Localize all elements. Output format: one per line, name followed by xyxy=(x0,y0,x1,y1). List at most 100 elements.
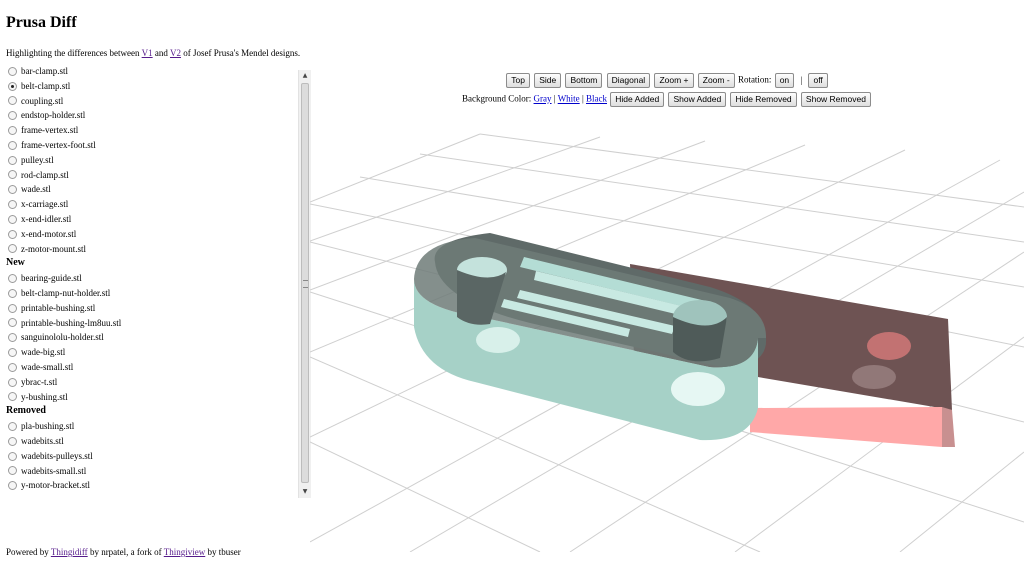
radio-button-icon[interactable] xyxy=(8,81,17,91)
file-name-label: pla-bushing.stl xyxy=(21,421,75,432)
file-list-item[interactable]: endstop-holder.stl xyxy=(6,108,306,123)
file-list-item[interactable]: ybrac-t.stl xyxy=(6,375,306,390)
radio-button-icon[interactable] xyxy=(8,318,17,328)
radio-button-icon[interactable] xyxy=(8,333,17,343)
radio-button-icon[interactable] xyxy=(8,170,17,180)
file-list-item[interactable]: belt-clamp-nut-holder.stl xyxy=(6,286,306,301)
file-name-label: frame-vertex.stl xyxy=(21,125,79,136)
radio-button-icon[interactable] xyxy=(8,96,17,106)
radio-button-icon[interactable] xyxy=(8,436,17,446)
radio-button-icon[interactable] xyxy=(8,348,17,358)
file-list-item[interactable]: frame-vertex-foot.stl xyxy=(6,138,306,153)
background-color-label: Background Color: xyxy=(462,93,532,104)
rotation-separator: | xyxy=(800,74,803,85)
radio-button-icon[interactable] xyxy=(8,422,17,432)
radio-button-icon[interactable] xyxy=(8,362,17,372)
radio-button-icon[interactable] xyxy=(8,377,17,387)
radio-button-icon[interactable] xyxy=(8,303,17,313)
file-list-item[interactable]: x-end-motor.stl xyxy=(6,227,306,242)
zoom-out-button[interactable]: Zoom - xyxy=(697,73,735,88)
file-name-label: frame-vertex-foot.stl xyxy=(21,139,96,150)
file-name-label: coupling.stl xyxy=(21,95,64,106)
radio-button-icon[interactable] xyxy=(8,200,17,210)
rotation-off-button[interactable]: off xyxy=(808,73,828,88)
file-list-item[interactable]: belt-clamp.stl xyxy=(6,79,306,94)
file-list-item[interactable]: y-bushing.stl xyxy=(6,390,306,405)
v2-link[interactable]: V2 xyxy=(170,48,181,58)
radio-button-icon[interactable] xyxy=(8,288,17,298)
file-list-item[interactable]: printable-bushing.stl xyxy=(6,301,306,316)
bg-gray-link[interactable]: Gray xyxy=(534,94,552,104)
file-list-item[interactable]: wadebits.stl xyxy=(6,434,306,449)
file-name-label: wadebits-pulleys.stl xyxy=(21,450,93,461)
file-name-label: endstop-holder.stl xyxy=(21,110,86,121)
section-heading-removed: Removed xyxy=(6,405,46,417)
file-list-item[interactable]: coupling.stl xyxy=(6,94,306,109)
radio-button-icon[interactable] xyxy=(8,140,17,150)
hide-added-button[interactable]: Hide Added xyxy=(610,92,665,107)
file-name-label: belt-clamp-nut-holder.stl xyxy=(21,287,111,298)
bottom-view-button[interactable]: Bottom xyxy=(565,73,603,88)
zoom-in-button[interactable]: Zoom + xyxy=(654,73,694,88)
radio-button-icon[interactable] xyxy=(8,185,17,195)
radio-button-icon[interactable] xyxy=(8,481,17,491)
diagonal-view-button[interactable]: Diagonal xyxy=(606,73,651,88)
display-controls: Background Color: Gray | White | Black H… xyxy=(310,92,1024,107)
file-list-item[interactable]: wadebits-small.stl xyxy=(6,464,306,479)
show-added-button[interactable]: Show Added xyxy=(668,92,727,107)
file-list-item[interactable]: x-carriage.stl xyxy=(6,197,306,212)
section-heading-new: New xyxy=(6,257,25,269)
thingidiff-link[interactable]: Thingidiff xyxy=(51,547,88,557)
v1-link[interactable]: V1 xyxy=(142,48,153,58)
file-list-item[interactable]: z-motor-mount.stl xyxy=(6,242,306,257)
file-list-item[interactable]: pulley.stl xyxy=(6,153,306,168)
file-list-item[interactable]: frame-vertex.stl xyxy=(6,123,306,138)
file-name-label: wade.stl xyxy=(21,184,51,195)
radio-button-icon[interactable] xyxy=(8,214,17,224)
radio-button-icon[interactable] xyxy=(8,126,17,136)
file-name-label: y-bushing.stl xyxy=(21,391,68,402)
file-list-item[interactable]: x-end-idler.stl xyxy=(6,212,306,227)
3d-model-viewer[interactable] xyxy=(310,112,1024,552)
file-list-item[interactable]: bar-clamp.stl xyxy=(6,64,306,79)
radio-button-icon[interactable] xyxy=(8,451,17,461)
file-list-item[interactable]: wade-big.stl xyxy=(6,345,306,360)
radio-button-icon[interactable] xyxy=(8,229,17,239)
file-list-item[interactable]: wade.stl xyxy=(6,182,306,197)
file-name-label: ybrac-t.stl xyxy=(21,376,58,387)
bg-black-link[interactable]: Black xyxy=(586,94,607,104)
file-name-label: y-motor-bracket.stl xyxy=(21,480,91,491)
radio-button-icon[interactable] xyxy=(8,274,17,284)
radio-button-icon[interactable] xyxy=(8,244,17,254)
file-list-item[interactable]: rod-clamp.stl xyxy=(6,168,306,183)
radio-button-icon[interactable] xyxy=(8,155,17,165)
file-name-label: printable-bushing.stl xyxy=(21,302,96,313)
hide-removed-button[interactable]: Hide Removed xyxy=(730,92,797,107)
bg-white-link[interactable]: White xyxy=(558,94,580,104)
file-name-label: wade-small.stl xyxy=(21,361,74,372)
radio-button-icon[interactable] xyxy=(8,111,17,121)
file-list-item[interactable]: bearing-guide.stl xyxy=(6,271,306,286)
file-name-label: wadebits-small.stl xyxy=(21,465,87,476)
file-name-label: rod-clamp.stl xyxy=(21,169,69,180)
show-removed-button[interactable]: Show Removed xyxy=(800,92,871,107)
file-list-item[interactable]: printable-bushing-lm8uu.stl xyxy=(6,316,306,331)
file-list-item[interactable]: pla-bushing.stl xyxy=(6,419,306,434)
radio-button-icon[interactable] xyxy=(8,66,17,76)
file-list-item[interactable]: y-motor-bracket.stl xyxy=(6,478,306,492)
file-name-label: bearing-guide.stl xyxy=(21,273,82,284)
file-name-label: wade-big.stl xyxy=(21,347,66,358)
radio-button-icon[interactable] xyxy=(8,466,17,476)
file-name-label: wadebits.stl xyxy=(21,435,64,446)
added-model xyxy=(414,233,767,441)
thingiview-link[interactable]: Thingiview xyxy=(164,547,206,557)
rotation-on-button[interactable]: on xyxy=(774,73,795,88)
file-list-item[interactable]: wadebits-pulleys.stl xyxy=(6,449,306,464)
footer: Powered by Thingidiff by nrpatel, a fork… xyxy=(6,547,241,557)
radio-button-icon[interactable] xyxy=(8,392,17,402)
file-list-item[interactable]: wade-small.stl xyxy=(6,360,306,375)
side-view-button[interactable]: Side xyxy=(534,73,562,88)
top-view-button[interactable]: Top xyxy=(506,73,530,88)
scroll-thumb[interactable] xyxy=(301,83,309,483)
file-list-item[interactable]: sanguinololu-holder.stl xyxy=(6,330,306,345)
